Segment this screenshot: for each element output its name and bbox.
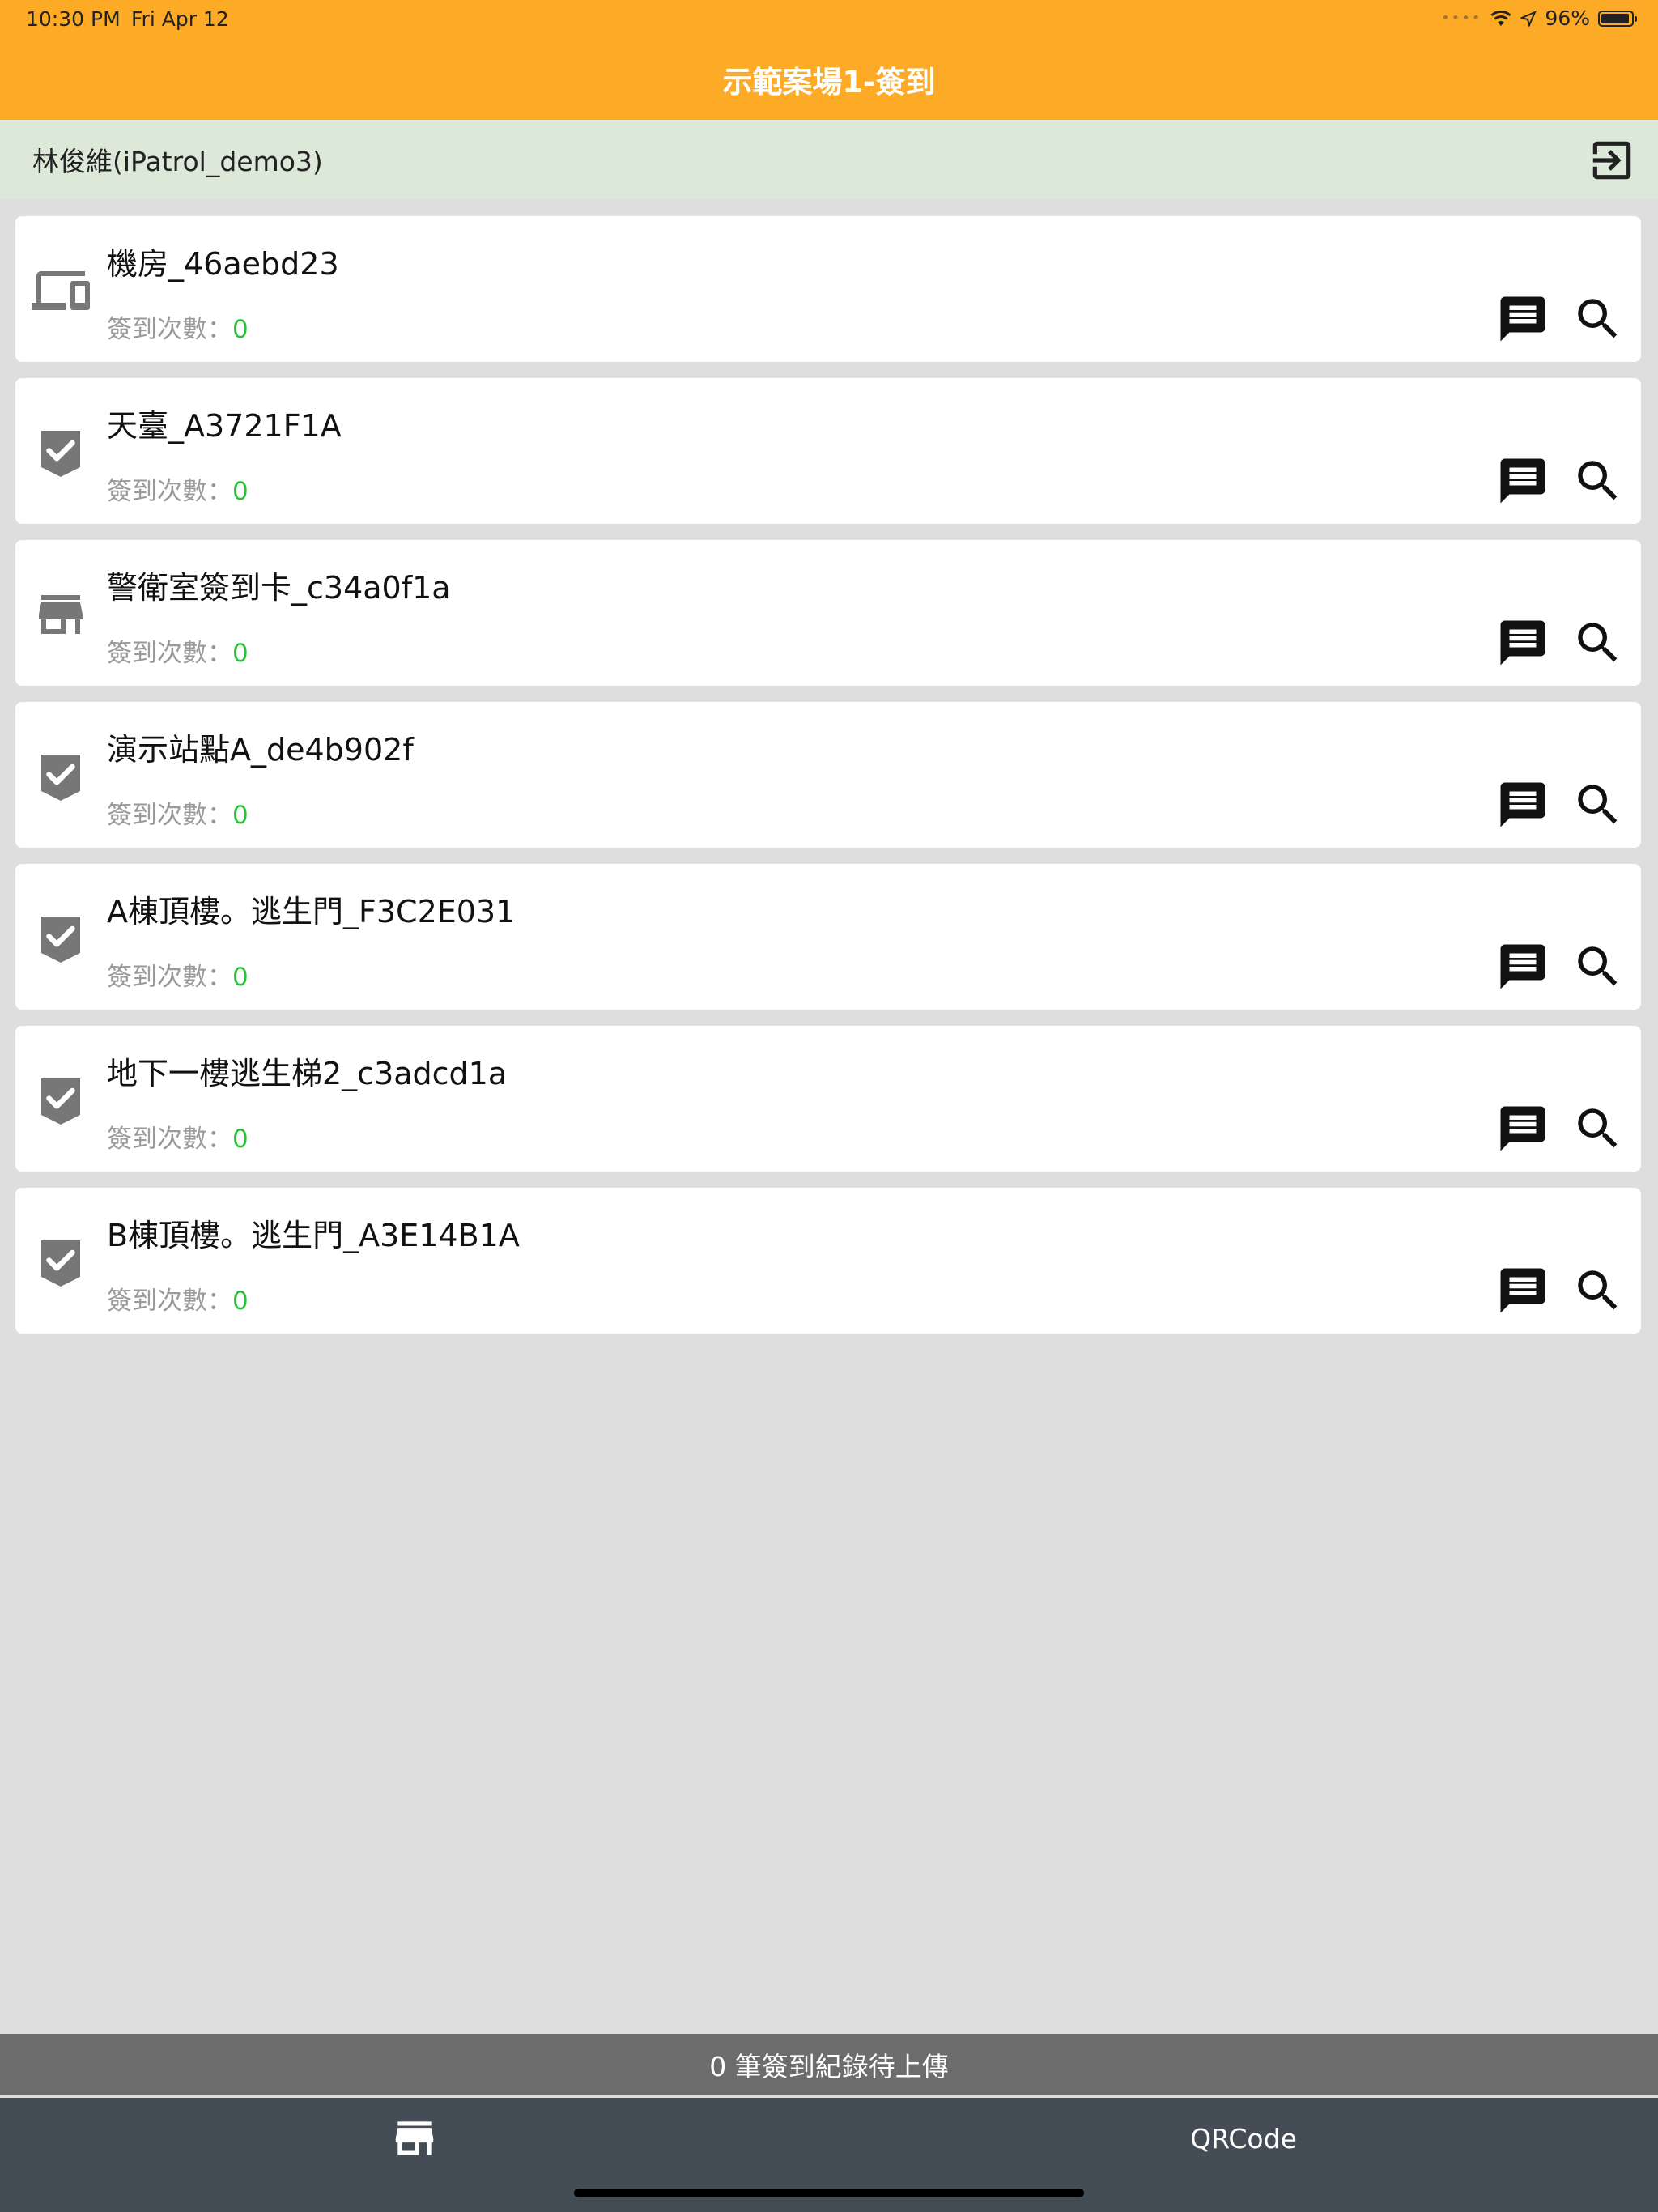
checkin-count-row: 簽到次數：0 [107, 632, 249, 669]
page-title: 示範案場1-簽到 [722, 65, 936, 100]
tab-qrcode-label: QRCode [1190, 2122, 1297, 2155]
signal-dots-icon: •••• [1440, 10, 1482, 27]
check-badge-icon [32, 1233, 90, 1291]
search-icon[interactable] [1571, 1264, 1625, 1317]
nav-bar: 示範案場1-簽到 [0, 39, 1658, 120]
checkin-count-row: 簽到次數：0 [107, 1280, 249, 1317]
checkpoint-title: 地下一樓逃生梯2_c3adcd1a [107, 1056, 508, 1091]
status-indicators: •••• 96% [1440, 6, 1637, 30]
message-icon[interactable] [1496, 454, 1550, 508]
checkin-count-value: 0 [232, 963, 249, 992]
checkpoint-title: B棟頂樓。逃生門_A3E14B1A [107, 1218, 520, 1253]
checkpoint-card[interactable]: 演示站點A_de4b902f 簽到次數：0 [15, 702, 1641, 848]
checkin-count-value: 0 [232, 639, 249, 668]
search-icon[interactable] [1571, 1102, 1625, 1155]
checkpoint-title: 天臺_A3721F1A [107, 408, 342, 444]
battery-percent: 96% [1545, 6, 1590, 30]
location-arrow-icon [1520, 10, 1537, 27]
checkpoint-title: 警衛室簽到卡_c34a0f1a [107, 570, 451, 606]
checkpoint-card[interactable]: 機房_46aebd23 簽到次數：0 [15, 216, 1641, 362]
checkin-count-value: 0 [232, 1125, 249, 1154]
checkin-count-row: 簽到次數：0 [107, 956, 249, 993]
checkin-count-value: 0 [232, 1287, 249, 1316]
search-icon[interactable] [1571, 616, 1625, 670]
checkin-count-label: 簽到次數： [107, 639, 232, 668]
checkpoint-card[interactable]: 警衛室簽到卡_c34a0f1a 簽到次數：0 [15, 540, 1641, 686]
tab-qrcode[interactable]: QRCode [829, 2098, 1658, 2179]
message-icon[interactable] [1496, 1102, 1550, 1155]
user-bar: 林俊維(iPatrol_demo3) [0, 120, 1658, 199]
status-time: 10:30 PM [26, 7, 121, 31]
message-icon[interactable] [1496, 1264, 1550, 1317]
tab-checkpoints[interactable] [0, 2098, 829, 2179]
logout-icon[interactable] [1587, 135, 1637, 185]
user-name: 林俊維(iPatrol_demo3) [32, 146, 323, 177]
check-badge-icon [32, 747, 90, 806]
checkin-count-row: 簽到次數：0 [107, 794, 249, 831]
checkin-count-value: 0 [232, 477, 249, 506]
checkin-count-label: 簽到次數： [107, 315, 232, 344]
checkin-count-label: 簽到次數： [107, 1125, 232, 1154]
checkin-count-value: 0 [232, 315, 249, 344]
store-icon [32, 585, 90, 644]
checkpoint-title: 機房_46aebd23 [107, 246, 339, 282]
checkin-count-label: 簽到次數： [107, 963, 232, 992]
checkin-count-row: 簽到次數：0 [107, 1118, 249, 1155]
checkin-count-label: 簽到次數： [107, 1287, 232, 1316]
message-icon[interactable] [1496, 778, 1550, 832]
search-icon[interactable] [1571, 778, 1625, 832]
checkin-count-label: 簽到次數： [107, 801, 232, 830]
search-icon[interactable] [1571, 940, 1625, 993]
check-badge-icon [32, 909, 90, 968]
battery-icon [1598, 10, 1637, 27]
message-icon[interactable] [1496, 292, 1550, 346]
check-badge-icon [32, 1071, 90, 1129]
checkpoint-title: A棟頂樓。逃生門_F3C2E031 [107, 894, 516, 929]
checkin-count-row: 簽到次數：0 [107, 470, 249, 507]
message-icon[interactable] [1496, 616, 1550, 670]
checkin-count-label: 簽到次數： [107, 477, 232, 506]
checkin-count-row: 簽到次數：0 [107, 308, 249, 345]
checkpoint-card[interactable]: 天臺_A3721F1A 簽到次數：0 [15, 378, 1641, 524]
wifi-icon [1490, 10, 1511, 26]
checkpoint-title: 演示站點A_de4b902f [107, 732, 414, 768]
search-icon[interactable] [1571, 292, 1625, 346]
pending-upload-bar: 0 筆簽到紀錄待上傳 [0, 2034, 1658, 2095]
search-icon[interactable] [1571, 454, 1625, 508]
status-date: Fri Apr 12 [131, 7, 229, 31]
devices-icon [32, 262, 90, 320]
checkpoint-list: 機房_46aebd23 簽到次數：0 天臺_A3721F1A 簽到次數：0 警衛… [15, 216, 1641, 1350]
home-indicator[interactable] [574, 2189, 1084, 2197]
checkpoint-card[interactable]: 地下一樓逃生梯2_c3adcd1a 簽到次數：0 [15, 1026, 1641, 1172]
pending-upload-text: 0 筆簽到紀錄待上傳 [709, 2051, 949, 2082]
status-bar: 10:30 PM Fri Apr 12 •••• 96% [0, 0, 1658, 39]
checkpoint-card[interactable]: B棟頂樓。逃生門_A3E14B1A 簽到次數：0 [15, 1188, 1641, 1334]
message-icon[interactable] [1496, 940, 1550, 993]
check-badge-icon [32, 423, 90, 482]
checkin-count-value: 0 [232, 801, 249, 830]
store-icon [395, 2121, 434, 2155]
checkpoint-card[interactable]: A棟頂樓。逃生門_F3C2E031 簽到次數：0 [15, 864, 1641, 1010]
